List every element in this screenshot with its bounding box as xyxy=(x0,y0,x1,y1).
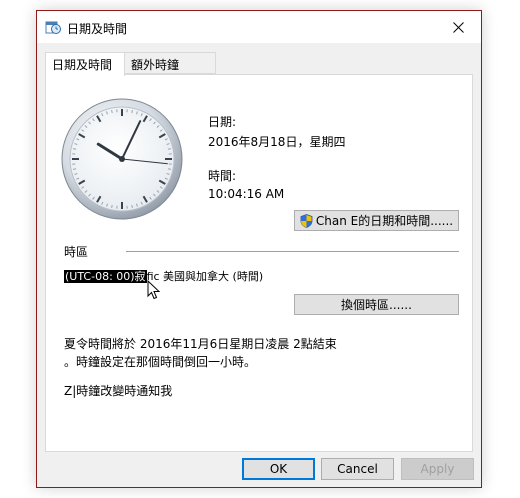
date-label: 日期: xyxy=(208,115,237,129)
date-value: 2016年8月18日，星期四 xyxy=(208,135,346,149)
window-title: 日期及時間 xyxy=(67,22,128,36)
analog-clock xyxy=(61,98,183,220)
close-button[interactable] xyxy=(435,11,481,43)
timezone-value-highlighted: (UTC-08: 00)寂 xyxy=(64,270,147,283)
clock-minute-mark xyxy=(111,109,113,114)
tab-additional-clocks[interactable]: 額外時鐘 xyxy=(124,52,216,74)
clock-minute-mark xyxy=(72,168,77,170)
change-timezone-button[interactable]: 換個時區...... xyxy=(294,294,459,315)
clock-minute-mark xyxy=(72,148,77,150)
timezone-section-label: 時區 xyxy=(64,245,89,259)
time-value: 10:04:16 AM xyxy=(208,187,285,201)
timezone-value-rest: fic 美國與加拿大 (時間) xyxy=(146,270,264,283)
change-date-time-label: Chan E的日期和時間...... xyxy=(315,214,454,228)
dst-info-line1: 夏令時間將於 2016年11月6日星期日凌晨 2點結束 xyxy=(64,337,337,351)
close-icon xyxy=(452,21,464,33)
date-time-dialog: 日期及時間 日期及時間 額外時鐘 日期: 2016年8月18日，星期四 時間: … xyxy=(36,10,482,488)
date-time-app-icon xyxy=(45,21,61,34)
apply-button[interactable]: Apply xyxy=(401,458,474,480)
tab-panel: 日期: 2016年8月18日，星期四 時間: 10:04:16 AM Chan … xyxy=(45,74,473,452)
timezone-divider xyxy=(126,251,459,252)
ok-button[interactable]: OK xyxy=(242,458,315,480)
title-bar: 日期及時間 xyxy=(37,11,481,43)
dst-info-line2: 。時鐘設定在那個時間倒回一小時。 xyxy=(64,355,257,369)
clock-minute-mark xyxy=(111,204,113,209)
clock-minute-mark xyxy=(131,204,133,209)
shield-icon xyxy=(300,213,313,228)
clock-minute-mark xyxy=(131,109,133,114)
clock-minute-mark xyxy=(167,148,172,150)
notify-on-change-checkbox[interactable]: Z|時鐘改變時通知我 xyxy=(64,382,172,399)
change-date-time-button[interactable]: Chan E的日期和時間...... xyxy=(294,210,459,231)
timezone-value: (UTC-08: 00)寂fic 美國與加拿大 (時間) xyxy=(64,268,263,284)
clock-minute-mark xyxy=(167,168,172,170)
time-label: 時間: xyxy=(208,169,237,183)
cancel-button[interactable]: Cancel xyxy=(321,458,394,480)
tab-date-time[interactable]: 日期及時間 xyxy=(45,52,125,76)
mouse-cursor-icon xyxy=(147,280,161,300)
